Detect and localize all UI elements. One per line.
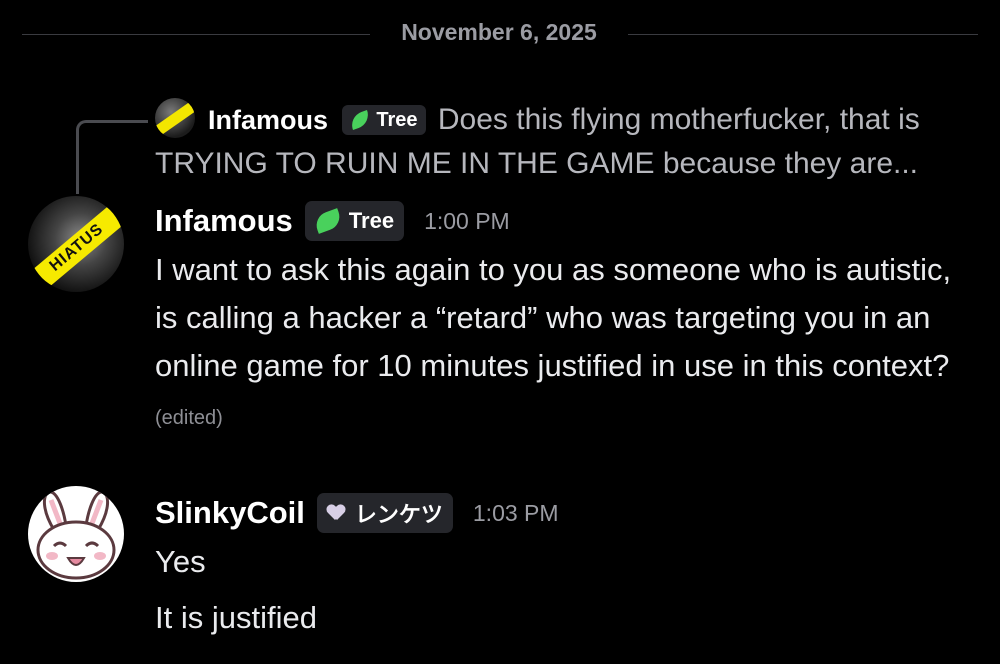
date-divider-label: November 6, 2025 <box>401 19 597 45</box>
message-content: I want to ask this again to you as someo… <box>155 252 952 383</box>
author-tag[interactable]: Tree <box>304 201 405 241</box>
avatar-tape-label: HIATUS <box>46 220 107 275</box>
message-slinkycoil: SlinkyCoil レンケツ 1:03 PM Yes It is justif… <box>155 488 975 642</box>
author-name[interactable]: Infamous <box>155 203 293 239</box>
reply-preview[interactable]: Infamous Tree Does this flying motherfuc… <box>155 98 975 186</box>
leaf-icon <box>312 208 344 234</box>
timestamp: 1:00 PM <box>424 207 510 234</box>
date-divider: November 6, 2025 <box>22 19 978 45</box>
bunny-avatar-icon <box>36 490 116 580</box>
author-tag[interactable]: レンケツ <box>316 493 453 533</box>
message-line: It is justified <box>155 600 317 635</box>
edited-label: (edited) <box>155 407 223 429</box>
avatar-slinkycoil[interactable] <box>28 486 124 582</box>
tag-label: Tree <box>348 208 395 233</box>
divider-line-left <box>22 34 370 35</box>
message-header: SlinkyCoil レンケツ 1:03 PM <box>155 488 975 538</box>
leaf-icon <box>348 110 373 130</box>
reply-author-name[interactable]: Infamous <box>208 105 328 135</box>
reply-connector <box>76 120 148 194</box>
timestamp: 1:03 PM <box>472 499 559 526</box>
reply-tag-label: Tree <box>376 109 418 131</box>
divider-line-right <box>628 34 978 35</box>
message-line: Yes <box>155 544 206 579</box>
reply-author-tag[interactable]: Tree <box>342 105 426 135</box>
message-text: I want to ask this again to you as someo… <box>155 246 975 442</box>
avatar-infamous[interactable]: HIATUS <box>28 196 124 292</box>
tag-label: レンケツ <box>354 502 443 527</box>
message-header: Infamous Tree 1:00 PM <box>155 196 975 246</box>
heart-icon <box>327 505 345 521</box>
author-name[interactable]: SlinkyCoil <box>155 495 305 531</box>
message-infamous: Infamous Tree 1:00 PM I want to ask this… <box>155 196 975 442</box>
